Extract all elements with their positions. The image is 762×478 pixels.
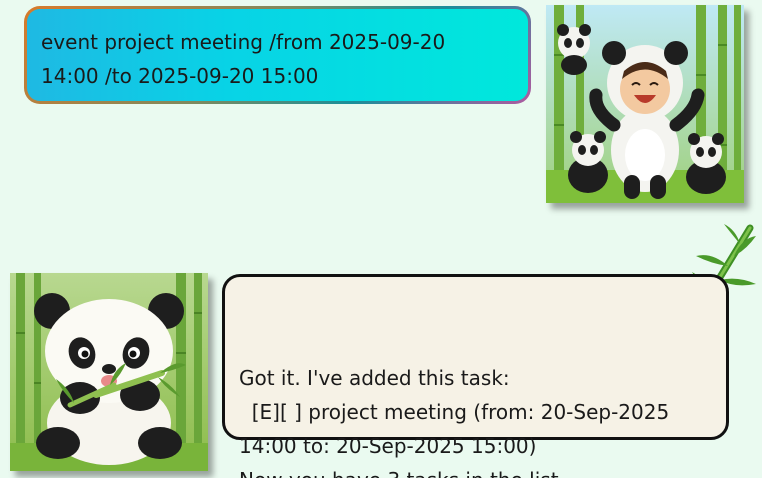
user-avatar <box>546 5 744 203</box>
child-panda-costume-icon <box>546 5 744 203</box>
bot-avatar <box>10 273 208 471</box>
bot-message-bubble: Got it. I've added this task: [E][ ] pro… <box>222 274 729 478</box>
chat-window: event project meeting /from 2025-09-20 1… <box>0 0 762 478</box>
user-message-text: event project meeting /from 2025-09-20 1… <box>27 9 528 101</box>
panda-eating-bamboo-icon <box>10 273 208 471</box>
bot-message-text: Got it. I've added this task: [E][ ] pro… <box>239 366 670 478</box>
user-message-bubble: event project meeting /from 2025-09-20 1… <box>24 6 531 104</box>
